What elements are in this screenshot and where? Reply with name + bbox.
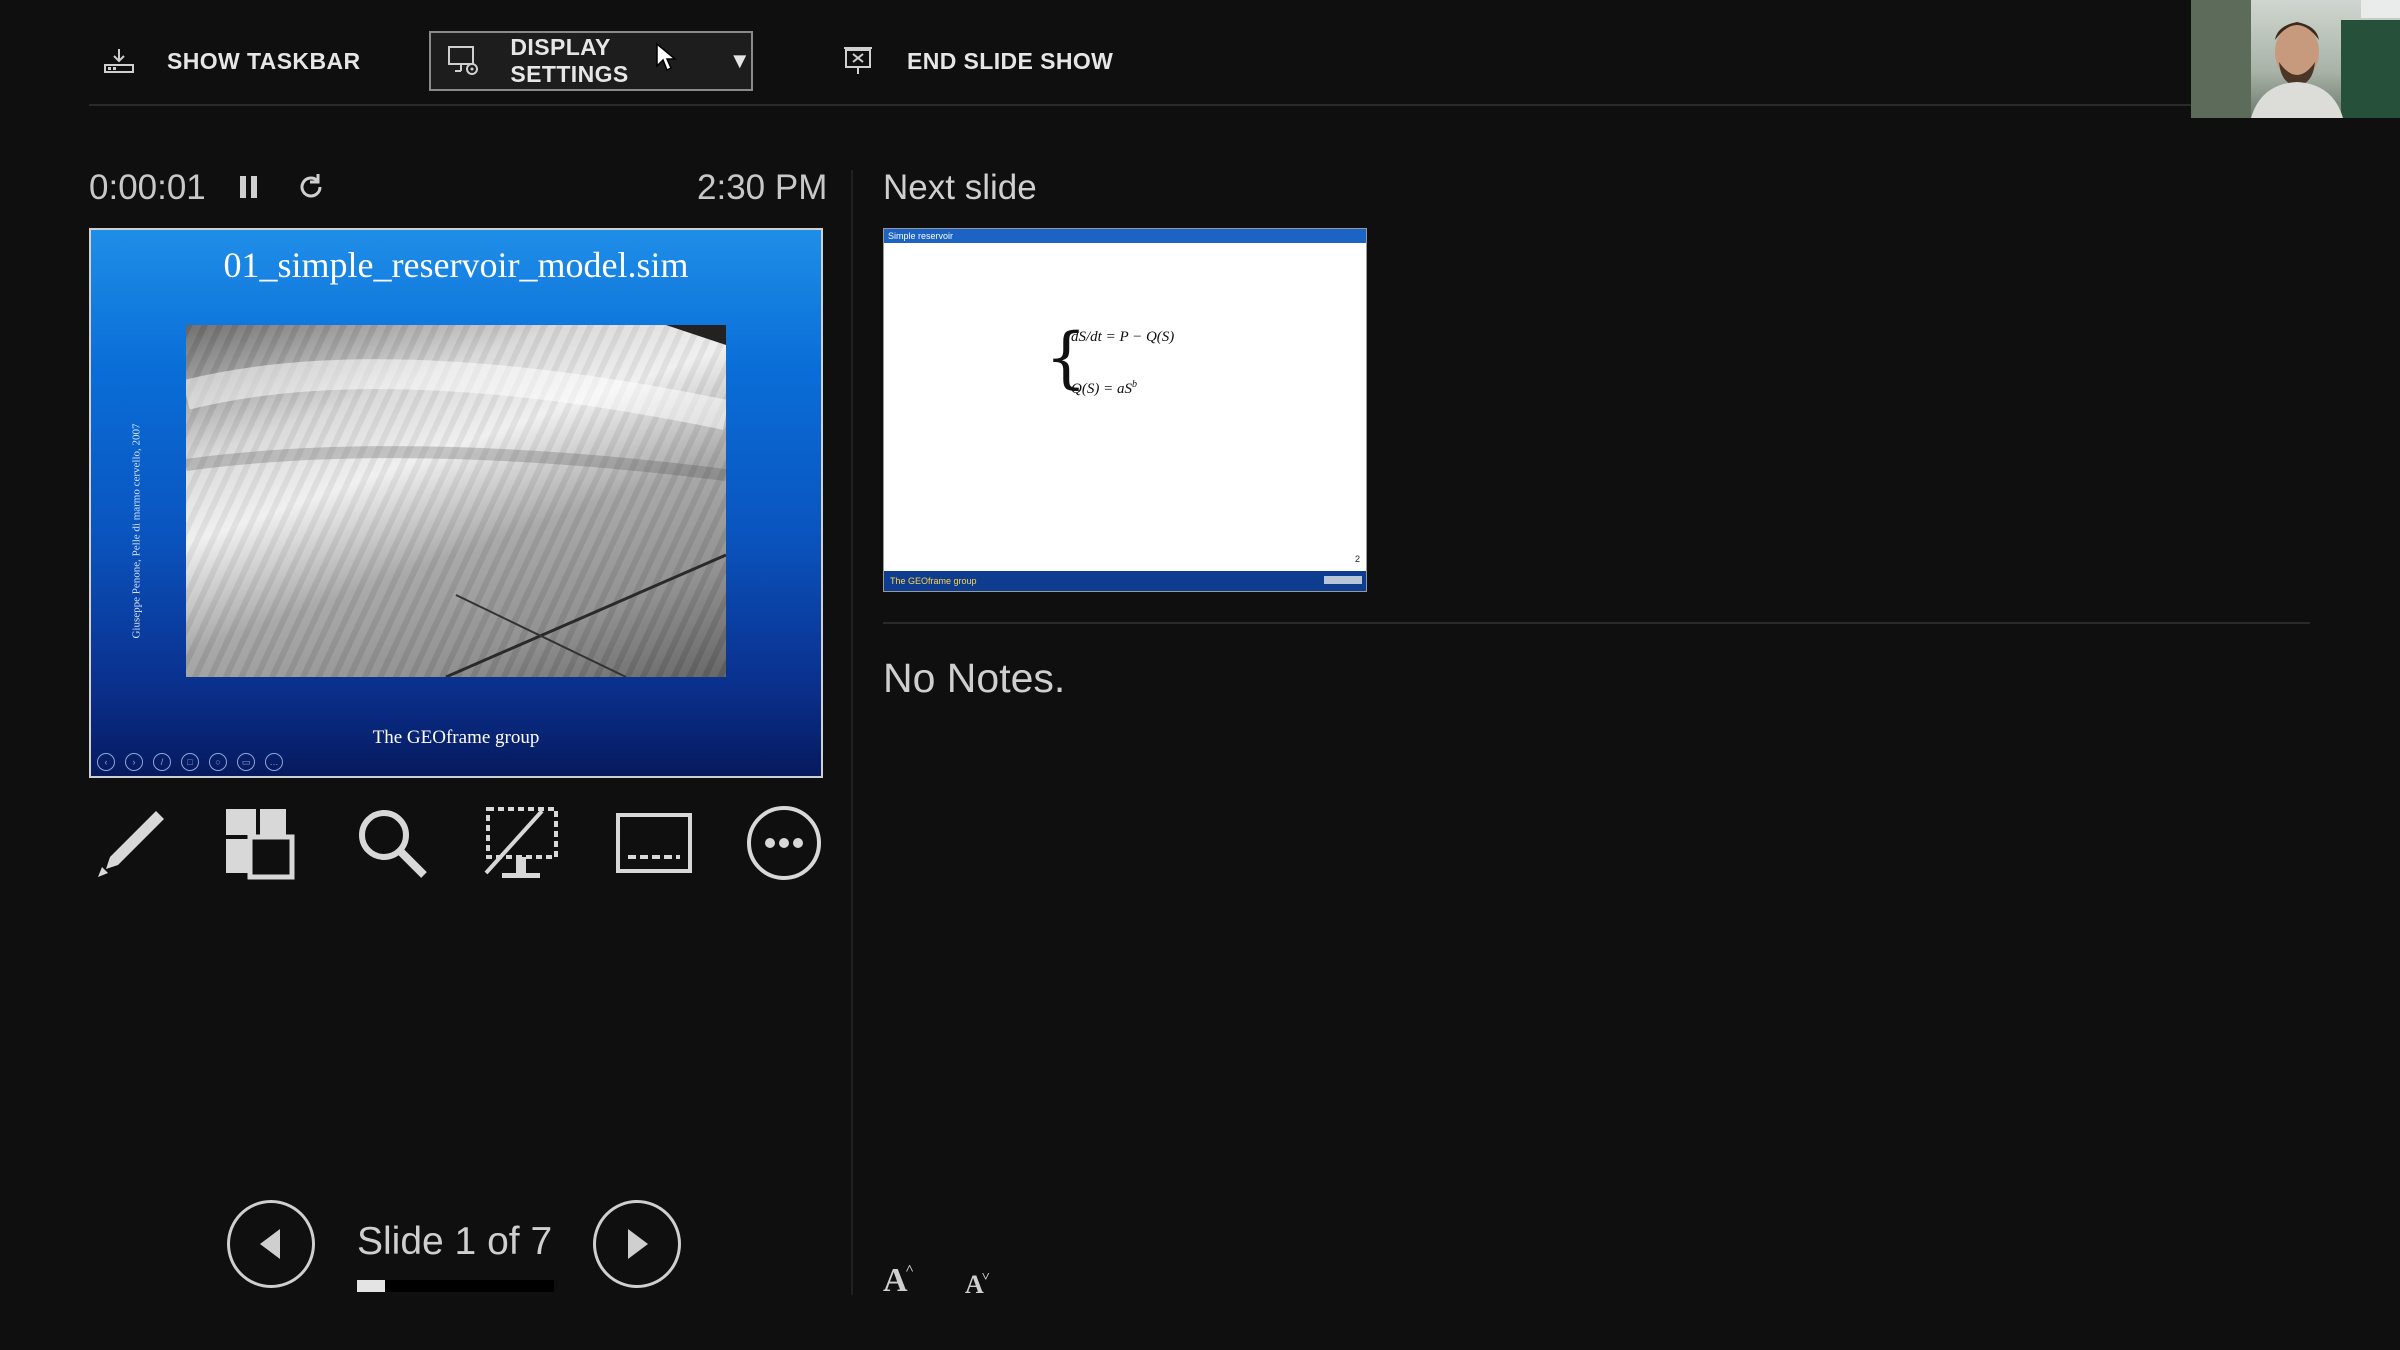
next-slide-page-number: 2 bbox=[1354, 554, 1360, 564]
slide-progress-fill bbox=[357, 1280, 385, 1292]
end-slide-show-label: END SLIDE SHOW bbox=[907, 47, 1114, 74]
more-options-icon[interactable] bbox=[741, 800, 827, 886]
restart-timer-icon[interactable] bbox=[296, 172, 326, 202]
equation-2: Q(S) = aSb bbox=[1071, 379, 1137, 397]
caret-down-icon: ▼ bbox=[728, 48, 751, 73]
notes-divider[interactable] bbox=[883, 622, 2310, 624]
next-slide-equations: { dS/dt = P − Q(S) Q(S) = aSb bbox=[1045, 325, 1175, 405]
arrow-left-icon bbox=[260, 1229, 280, 1259]
slide-counter[interactable]: Slide 1 of 7 bbox=[357, 1220, 552, 1264]
display-settings-label: DISPLAY SETTINGS bbox=[510, 34, 629, 87]
current-slide-footer: The GEOframe group bbox=[372, 727, 540, 748]
zoom-icon[interactable] bbox=[349, 800, 435, 886]
nav-back-icon: ‹ bbox=[97, 753, 115, 771]
arrow-right-icon bbox=[628, 1229, 648, 1259]
nav-pen-icon: / bbox=[153, 753, 171, 771]
decrease-caret-icon: ˅ bbox=[981, 1270, 990, 1285]
presenter-toolbar: SHOW TASKBAR DISPLAY SETTINGS ▼ END SLID… bbox=[89, 0, 2209, 106]
next-slide-header: Simple reservoir bbox=[884, 229, 1366, 243]
next-slide-footer: The GEOframe group bbox=[884, 571, 1366, 591]
decrease-font-button[interactable]: A˅ bbox=[965, 1270, 990, 1300]
current-time: 2:30 PM bbox=[697, 168, 828, 207]
equation-1: dS/dt = P − Q(S) bbox=[1071, 329, 1175, 345]
nav-screen-icon: ▭ bbox=[237, 753, 255, 771]
slide-progress-bar bbox=[357, 1280, 554, 1292]
current-slide-title: 01_simple_reservoir_model.sim bbox=[223, 245, 689, 285]
nav-slides-icon: □ bbox=[181, 753, 199, 771]
nav-more-icon: … bbox=[265, 753, 283, 771]
presenter-tools bbox=[89, 800, 829, 890]
pane-divider[interactable] bbox=[851, 170, 853, 1295]
current-slide-image bbox=[186, 325, 726, 677]
elapsed-timer: 0:00:01 bbox=[89, 168, 206, 207]
previous-slide-button[interactable] bbox=[227, 1200, 315, 1288]
webcam-video bbox=[2191, 0, 2400, 118]
slide-nav-controls: ‹ › / □ ○ ▭ … bbox=[97, 753, 283, 771]
nav-zoom-icon: ○ bbox=[209, 753, 227, 771]
increase-caret-icon: ˄ bbox=[905, 1262, 914, 1277]
end-show-icon bbox=[839, 41, 879, 81]
footer-nav-bar bbox=[1324, 576, 1362, 584]
display-settings-button[interactable]: DISPLAY SETTINGS ▼ bbox=[429, 31, 753, 91]
display-settings-icon bbox=[445, 41, 482, 81]
show-taskbar-button[interactable]: SHOW TASKBAR bbox=[99, 31, 360, 91]
pen-tool-icon[interactable] bbox=[89, 800, 175, 886]
show-taskbar-label: SHOW TASKBAR bbox=[167, 47, 361, 74]
nav-forward-icon: › bbox=[125, 753, 143, 771]
next-slide-preview[interactable]: Simple reservoir { dS/dt = P − Q(S) Q(S)… bbox=[883, 228, 1367, 592]
current-slide-side-caption: Giuseppe Penone, Pelle di marmo cervello… bbox=[130, 423, 143, 639]
next-slide-label: Next slide bbox=[883, 168, 1037, 207]
taskbar-icon bbox=[99, 41, 139, 81]
end-slide-show-button[interactable]: END SLIDE SHOW bbox=[839, 31, 1113, 91]
speaker-notes: No Notes. bbox=[883, 655, 1066, 701]
pause-timer-icon[interactable] bbox=[238, 174, 260, 200]
black-screen-icon[interactable] bbox=[479, 800, 565, 886]
current-slide-preview[interactable]: 01_simple_reservoir_model.sim Giuseppe P… bbox=[89, 228, 823, 778]
subtitles-icon[interactable] bbox=[611, 800, 697, 886]
mouse-cursor-icon bbox=[656, 42, 677, 72]
next-slide-button[interactable] bbox=[593, 1200, 681, 1288]
see-all-slides-icon[interactable] bbox=[217, 800, 303, 886]
increase-font-button[interactable]: A˄ bbox=[883, 1262, 914, 1300]
